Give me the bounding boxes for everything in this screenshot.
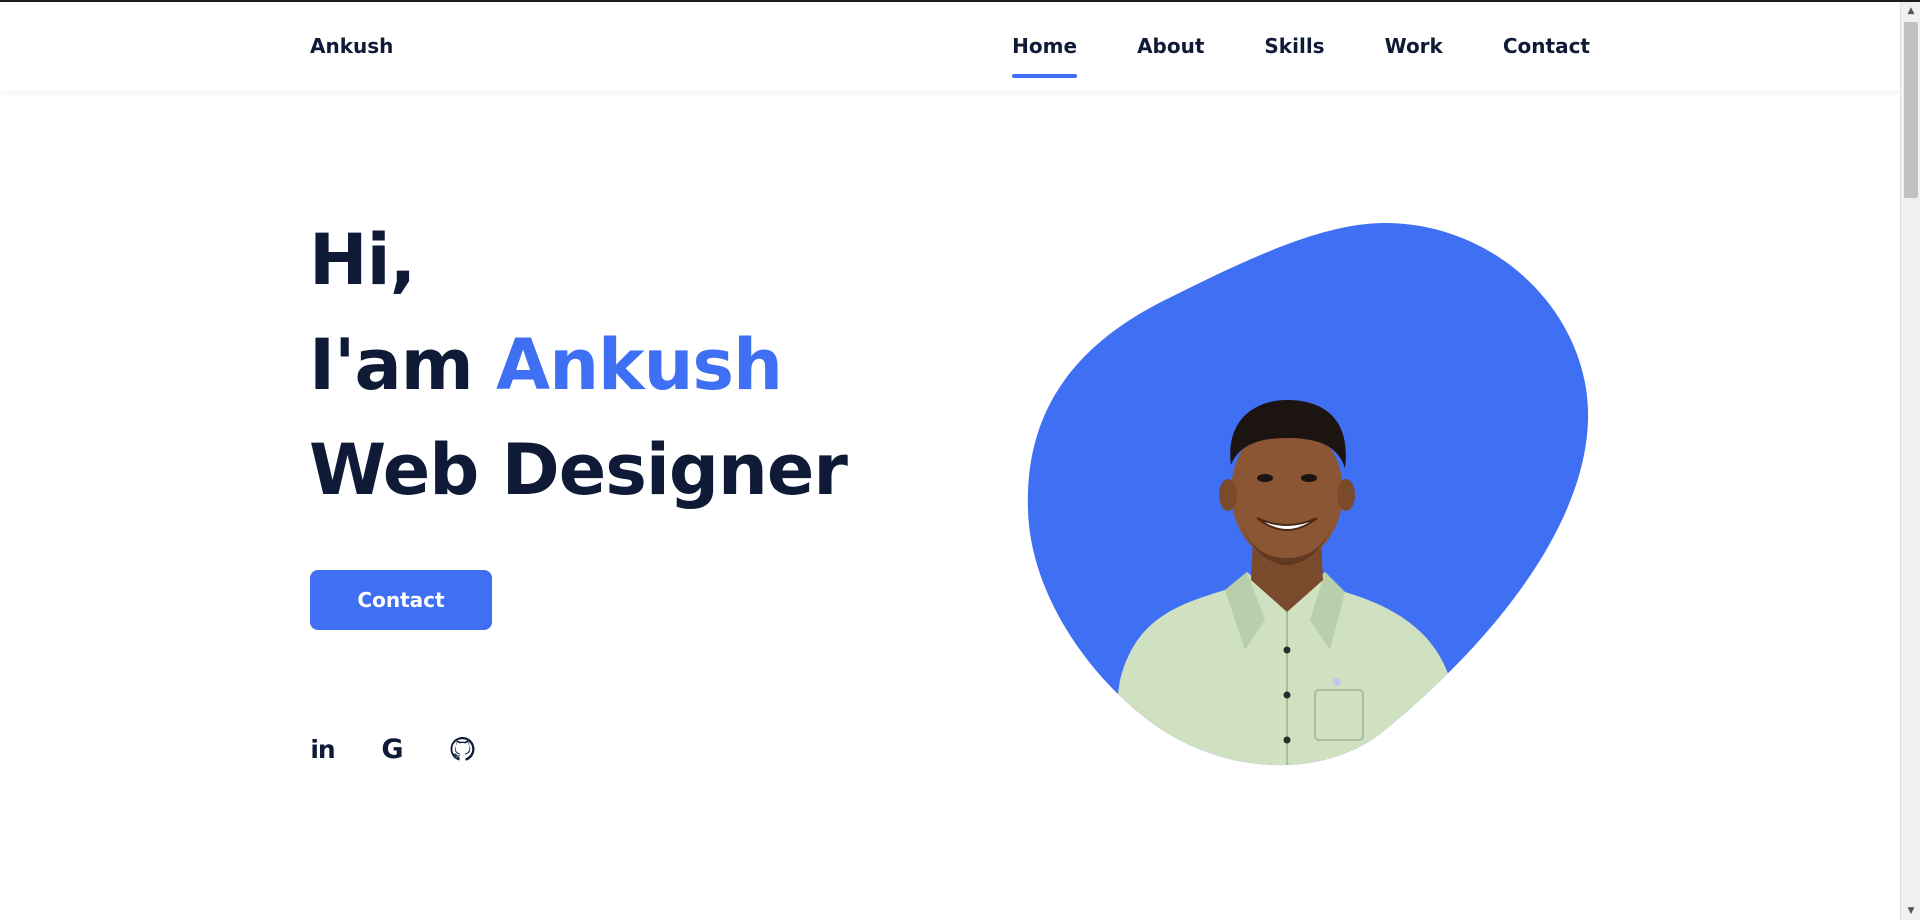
hero-intro-prefix: I'am [309, 324, 474, 406]
scroll-up-arrow-icon[interactable]: ▲ [1901, 2, 1920, 20]
hero-portrait [1025, 220, 1590, 772]
github-icon [450, 737, 475, 761]
google-link[interactable]: G [380, 733, 405, 765]
google-icon: G [381, 733, 404, 765]
nav-skills[interactable]: Skills [1264, 34, 1324, 82]
site-header: Ankush Home About Skills Work Contact [0, 2, 1900, 91]
site-logo[interactable]: Ankush [310, 34, 393, 58]
scrollbar-thumb[interactable] [1904, 22, 1918, 198]
social-links: in G [310, 733, 475, 765]
hero-greeting: Hi, [309, 219, 416, 301]
vertical-scrollbar[interactable]: ▲ ▼ [1900, 2, 1920, 920]
hero-role: Web Designer [309, 429, 848, 511]
hero-name: Ankush [496, 324, 783, 406]
scroll-down-arrow-icon[interactable]: ▼ [1901, 902, 1920, 920]
nav-about[interactable]: About [1137, 34, 1204, 82]
hero-intro-line: I'am Ankush [309, 313, 847, 418]
main-nav: Home About Skills Work Contact [1012, 34, 1590, 82]
contact-button[interactable]: Contact [310, 570, 492, 630]
hero-heading: Hi, I'am Ankush Web Designer [309, 208, 848, 523]
nav-contact[interactable]: Contact [1503, 34, 1590, 82]
nav-work[interactable]: Work [1385, 34, 1443, 82]
nav-home[interactable]: Home [1012, 34, 1077, 82]
portrait-svg [1027, 223, 1589, 766]
github-link[interactable] [450, 735, 475, 763]
linkedin-link[interactable]: in [310, 734, 335, 764]
linkedin-icon: in [310, 734, 335, 764]
